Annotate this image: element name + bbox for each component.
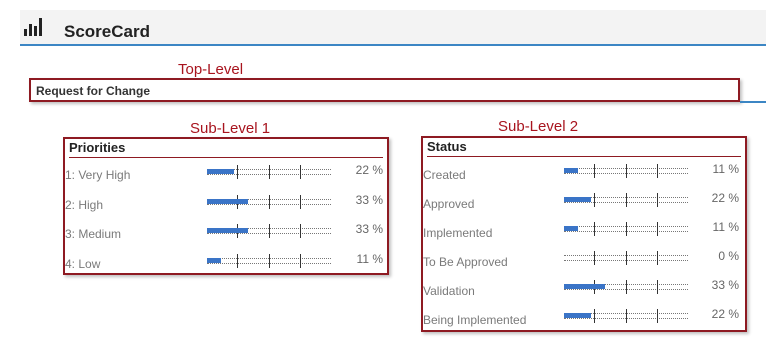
status-row-percent: 33 % (711, 278, 739, 292)
priorities-bullet-bar (207, 253, 331, 268)
caption-sub-level-2: Sub-Level 2 (498, 118, 579, 135)
status-row-label: Validation (423, 284, 475, 298)
priorities-bullet-bar (207, 224, 331, 238)
status-bar-fill (564, 226, 578, 231)
status-bullet-bar (564, 280, 688, 294)
status-row-label: Created (423, 168, 466, 182)
status-bullet-bar (564, 309, 688, 323)
status-bar-fill (564, 313, 591, 318)
page-title: ScoreCard (64, 22, 150, 41)
status-row-label: To Be Approved (423, 255, 508, 269)
priorities-bar-fill (207, 228, 248, 233)
priorities-row-percent: 11 % (356, 251, 383, 266)
status-bar-fill (564, 168, 578, 173)
status-row[interactable]: Validation 33 % (423, 278, 745, 300)
status-row-label: Being Implemented (423, 313, 527, 327)
status-row[interactable]: Implemented 11 % (423, 220, 745, 242)
status-panel: Status Created 11 % Approved 22 % Implemente… (421, 136, 747, 332)
status-row-label: Approved (423, 197, 475, 211)
priorities-row-label: 1: Very High (65, 168, 131, 182)
priorities-row-label: 2: High (65, 197, 104, 212)
caption-top-level: Top-Level (178, 61, 244, 78)
priorities-row-percent: 22 % (355, 163, 383, 177)
status-bar-fill (564, 284, 605, 289)
status-heading: Status (427, 139, 467, 154)
status-bar-fill (564, 197, 591, 202)
priorities-row[interactable]: 4: Low 11 % (65, 252, 387, 274)
scorecard-page: ScoreCard Top-Level Request for Change S… (0, 0, 766, 353)
priorities-row[interactable]: 3: Medium 33 % (65, 222, 387, 244)
status-bullet-bar (564, 222, 688, 236)
priorities-row-percent: 33 % (355, 192, 383, 207)
status-row-percent: 0 % (718, 249, 739, 263)
status-row-percent: 22 % (711, 307, 739, 321)
status-bullet-bar (564, 193, 688, 207)
status-row-percent: 11 % (712, 162, 739, 176)
status-row-percent: 11 % (712, 220, 739, 234)
status-bullet-bar (564, 164, 688, 178)
priorities-divider (69, 157, 383, 158)
bar-chart-icon (24, 18, 46, 36)
priorities-row[interactable]: 2: High 33 % (65, 193, 387, 215)
status-bullet-bar (564, 251, 688, 265)
priorities-panel: Priorities 1: Very High 22 % 2: High 33 % 3:… (63, 137, 389, 275)
priorities-row-label: 3: Medium (65, 227, 122, 241)
status-row[interactable]: To Be Approved 0 % (423, 249, 745, 271)
top-level-row[interactable]: Request for Change (29, 78, 740, 102)
status-row-label: Implemented (423, 226, 493, 240)
priorities-row-percent: 33 % (355, 222, 383, 236)
priorities-bullet-bar (207, 165, 331, 179)
priorities-row-label: 4: Low (65, 256, 101, 271)
top-level-divider (740, 101, 766, 103)
priorities-heading: Priorities (69, 140, 126, 155)
status-row[interactable]: Approved 22 % (423, 191, 745, 213)
caption-sub-level-1: Sub-Level 1 (190, 120, 271, 137)
priorities-bar-fill (207, 198, 248, 204)
priorities-bar-fill (207, 257, 221, 263)
priorities-bar-fill (207, 169, 234, 174)
status-row[interactable]: Being Implemented 22 % (423, 307, 745, 329)
status-row-percent: 22 % (711, 191, 739, 205)
page-header: ScoreCard (20, 10, 766, 46)
top-level-label: Request for Change (36, 84, 151, 98)
status-divider (427, 156, 741, 157)
priorities-row[interactable]: 1: Very High 22 % (65, 163, 387, 185)
priorities-bullet-bar (207, 194, 331, 209)
status-row[interactable]: Created 11 % (423, 162, 745, 184)
